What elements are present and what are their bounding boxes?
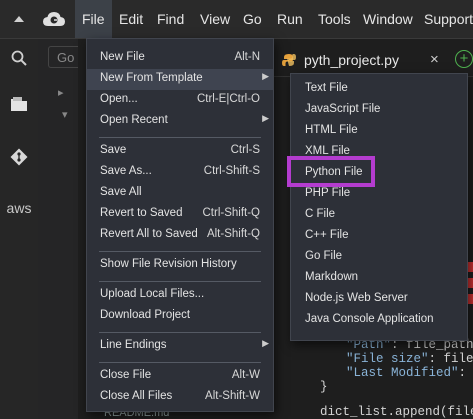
- menu-window[interactable]: Window: [356, 0, 420, 38]
- search-input[interactable]: Go: [48, 46, 78, 68]
- menu-item-open[interactable]: Open... Ctrl-E|Ctrl-O: [87, 90, 273, 111]
- cloud-logo-icon[interactable]: [40, 0, 68, 38]
- menu-edit[interactable]: Edit: [112, 0, 150, 38]
- submenu-arrow-icon: ▶: [262, 71, 269, 81]
- template-item-text-file[interactable]: Text File: [291, 79, 467, 100]
- menu-separator: [99, 281, 261, 282]
- menu-file[interactable]: File: [75, 0, 112, 38]
- tab-pyth-project[interactable]: pyth_project.py ×: [270, 46, 450, 76]
- tree-expand-icon[interactable]: ▸: [58, 86, 64, 99]
- tree-collapse-icon[interactable]: ▾: [62, 108, 68, 121]
- menu-go[interactable]: Go: [236, 0, 269, 38]
- code-line: }: [320, 380, 328, 394]
- menu-separator: [99, 137, 261, 138]
- menu-item-revert-all-to-saved[interactable]: Revert All to Saved Alt-Shift-Q: [87, 225, 273, 246]
- tab-title: pyth_project.py: [304, 52, 399, 68]
- template-item-nodejs-web-server[interactable]: Node.js Web Server: [291, 289, 467, 310]
- menu-item-download-project[interactable]: Download Project: [87, 306, 273, 327]
- menu-separator: [99, 251, 261, 252]
- menu-find[interactable]: Find: [150, 0, 191, 38]
- menu-support[interactable]: Support: [417, 0, 473, 38]
- menu-item-new-file[interactable]: New File Alt-N: [87, 48, 273, 69]
- python-file-icon: [282, 53, 296, 72]
- file-menu-dropdown: New File Alt-N New From Template ▶ Open...…: [86, 38, 274, 412]
- collapse-up-icon[interactable]: [8, 0, 30, 38]
- template-item-java-console-application[interactable]: Java Console Application: [291, 310, 467, 331]
- menu-item-open-recent[interactable]: Open Recent ▶: [87, 111, 273, 132]
- code-line: dict_list.append(file_d: [320, 405, 473, 419]
- template-item-c-file[interactable]: C File: [291, 205, 467, 226]
- template-item-markdown[interactable]: Markdown: [291, 268, 467, 289]
- menu-item-close-file[interactable]: Close File Alt-W: [87, 366, 273, 387]
- tab-close-icon[interactable]: ×: [430, 51, 439, 68]
- code-line: "Last Modified": las: [346, 366, 467, 380]
- menu-item-revert-to-saved[interactable]: Revert to Saved Ctrl-Shift-Q: [87, 204, 273, 225]
- menu-run[interactable]: Run: [270, 0, 310, 38]
- template-item-javascript-file[interactable]: JavaScript File: [291, 100, 467, 121]
- aws-icon[interactable]: aws: [0, 191, 38, 225]
- menu-item-upload-local-files[interactable]: Upload Local Files...: [87, 285, 273, 306]
- activity-sidebar: aws: [0, 39, 38, 419]
- menu-tools[interactable]: Tools: [311, 0, 358, 38]
- new-tab-plus-icon[interactable]: +: [455, 50, 473, 68]
- menu-item-line-endings[interactable]: Line Endings ▶: [87, 336, 273, 357]
- menu-separator: [99, 362, 261, 363]
- menu-item-save-as[interactable]: Save As... Ctrl-Shift-S: [87, 162, 273, 183]
- menu-item-close-all-files[interactable]: Close All Files Alt-Shift-W: [87, 387, 273, 408]
- submenu-arrow-icon: ▶: [262, 338, 269, 348]
- menu-separator: [99, 332, 261, 333]
- menu-item-new-from-template[interactable]: New From Template ▶: [87, 69, 273, 90]
- template-submenu: Text File JavaScript File HTML File XML …: [290, 73, 468, 341]
- highlight-annotation-box: [287, 156, 375, 187]
- submenu-arrow-icon: ▶: [262, 113, 269, 123]
- search-icon[interactable]: [0, 41, 38, 75]
- git-icon[interactable]: [0, 140, 38, 174]
- menu-view[interactable]: View: [193, 0, 237, 38]
- folder-icon[interactable]: [0, 87, 38, 121]
- code-line: "File size": file_s: [346, 352, 473, 366]
- menu-item-save[interactable]: Save Ctrl-S: [87, 141, 273, 162]
- menu-item-save-all[interactable]: Save All: [87, 183, 273, 204]
- template-item-go-file[interactable]: Go File: [291, 247, 467, 268]
- menu-item-show-file-revision-history[interactable]: Show File Revision History: [87, 255, 273, 276]
- menu-bar: File Edit Find View Go Run Tools Window …: [0, 0, 473, 39]
- template-item-cpp-file[interactable]: C++ File: [291, 226, 467, 247]
- template-item-php-file[interactable]: PHP File: [291, 184, 467, 205]
- template-item-html-file[interactable]: HTML File: [291, 121, 467, 142]
